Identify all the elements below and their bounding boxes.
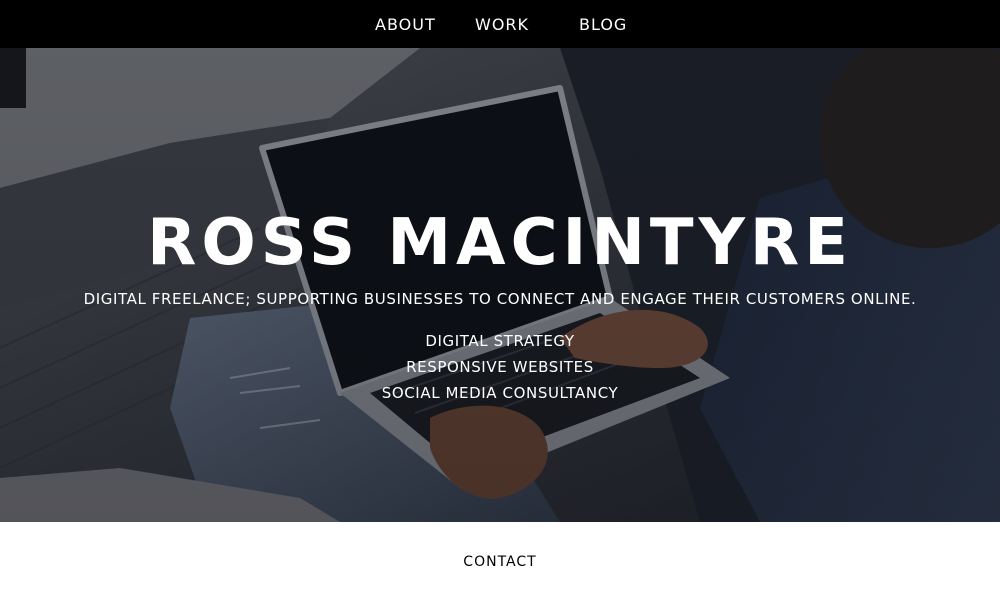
nav-link-about[interactable]: ABOUT [375, 15, 436, 34]
footer-bar: CONTACT [0, 522, 1000, 609]
tagline: DIGITAL FREELANCE; SUPPORTING BUSINESSES… [83, 290, 917, 308]
nav-link-work[interactable]: WORK [475, 15, 529, 34]
service-item: DIGITAL STRATEGY [425, 332, 575, 350]
service-item: SOCIAL MEDIA CONSULTANCY [381, 384, 619, 402]
nav-link-blog[interactable]: BLOG [579, 15, 627, 34]
site-title: ROSS MACINTYRE [147, 205, 853, 280]
hero-background-photo [0, 48, 1000, 522]
services-list: DIGITAL STRATEGY RESPONSIVE WEBSITES SOC… [0, 328, 1000, 406]
top-navigation: ABOUT WORK BLOG [0, 0, 1000, 48]
contact-link[interactable]: CONTACT [0, 554, 1000, 570]
hero-section: ROSS MACINTYRE DIGITAL FREELANCE; SUPPOR… [0, 48, 1000, 522]
service-item: RESPONSIVE WEBSITES [406, 358, 594, 376]
